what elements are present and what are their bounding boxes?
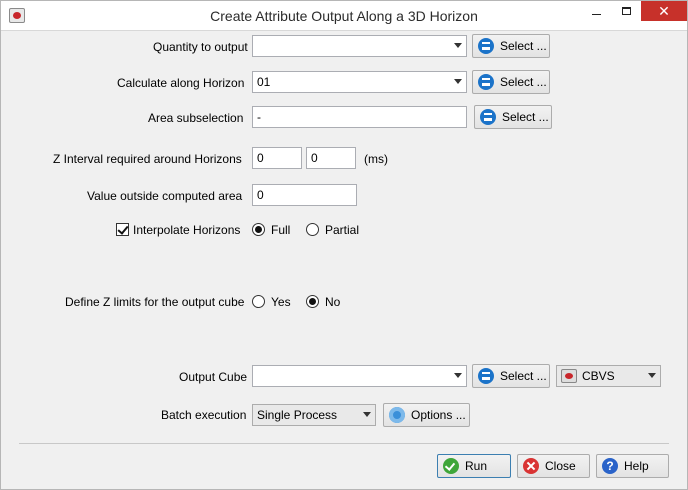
window-close-button[interactable]: ✕ (641, 1, 687, 21)
select-icon (478, 38, 494, 54)
close-button-label: Close (545, 459, 576, 473)
zlimits-no-label: No (325, 295, 341, 309)
minimize-icon (591, 13, 601, 15)
close-x-icon: ✕ (658, 2, 670, 19)
title-bar: Create Attribute Output Along a 3D Horiz… (1, 1, 687, 31)
area-select-button[interactable]: Select ... (474, 105, 552, 129)
zinterval-end-value: 0 (311, 151, 318, 165)
area-field[interactable]: - (252, 106, 467, 128)
interp-full-label: Full (271, 223, 291, 237)
options-button[interactable]: Options ... (383, 403, 470, 427)
quantity-select[interactable] (252, 35, 467, 57)
run-button[interactable]: Run (437, 454, 511, 478)
minimize-button[interactable] (581, 1, 611, 21)
output-cube-label: Output Cube (179, 370, 248, 384)
batch-select[interactable]: Single Process (252, 404, 376, 426)
cbvs-icon (561, 369, 577, 383)
outside-value-label: Value outside computed area (87, 189, 243, 203)
zinterval-start-field[interactable]: 0 (252, 147, 302, 169)
zlimits-label: Define Z limits for the output cube (65, 295, 245, 309)
zinterval-unit: (ms) (364, 152, 388, 166)
outside-value-field[interactable]: 0 (252, 184, 357, 206)
chevron-down-icon (454, 373, 462, 378)
format-value: CBVS (582, 369, 615, 383)
chevron-down-icon (454, 43, 462, 48)
outside-value: 0 (257, 188, 264, 202)
maximize-icon (621, 7, 631, 15)
help-icon: ? (602, 458, 618, 474)
select-button-label: Select ... (500, 369, 547, 383)
close-icon (523, 458, 539, 474)
format-select[interactable]: CBVS (556, 365, 661, 387)
output-cube-select[interactable] (252, 365, 467, 387)
quantity-label: Quantity to output (153, 40, 248, 54)
interpolate-checkbox[interactable] (116, 223, 129, 236)
zlimits-no-radio[interactable] (306, 295, 319, 308)
zinterval-label: Z Interval required around Horizons (53, 152, 242, 166)
chevron-down-icon (363, 412, 371, 417)
select-icon (480, 109, 496, 125)
options-button-label: Options ... (411, 408, 466, 422)
horizon-select[interactable]: 01 (252, 71, 467, 93)
zlimits-yes-radio[interactable] (252, 295, 265, 308)
quantity-select-button[interactable]: Select ... (472, 34, 550, 58)
gear-icon (389, 407, 405, 423)
close-button[interactable]: Close (517, 454, 590, 478)
help-button-label: Help (624, 459, 649, 473)
select-button-label: Select ... (500, 75, 547, 89)
output-select-button[interactable]: Select ... (472, 364, 550, 388)
run-icon (443, 458, 459, 474)
area-label: Area subselection (148, 111, 244, 125)
help-button[interactable]: ? Help (596, 454, 669, 478)
interp-partial-radio[interactable] (306, 223, 319, 236)
interp-full-radio[interactable] (252, 223, 265, 236)
dialog-window: Create Attribute Output Along a 3D Horiz… (0, 0, 688, 490)
select-icon (478, 368, 494, 384)
run-button-label: Run (465, 459, 488, 473)
interp-partial-label: Partial (325, 223, 360, 237)
horizon-value: 01 (257, 75, 271, 89)
horizon-select-button[interactable]: Select ... (472, 70, 550, 94)
chevron-down-icon (454, 79, 462, 84)
footer-separator (19, 443, 669, 444)
chevron-down-icon (648, 373, 656, 378)
select-button-label: Select ... (502, 110, 549, 124)
horizon-label: Calculate along Horizon (117, 76, 245, 90)
maximize-button[interactable] (611, 1, 641, 21)
area-value: - (257, 110, 261, 124)
interpolate-label: Interpolate Horizons (133, 223, 241, 237)
select-icon (478, 74, 494, 90)
select-button-label: Select ... (500, 39, 547, 53)
batch-value: Single Process (257, 408, 338, 422)
zinterval-start-value: 0 (257, 151, 264, 165)
zinterval-end-field[interactable]: 0 (306, 147, 356, 169)
zlimits-yes-label: Yes (271, 295, 291, 309)
batch-label: Batch execution (161, 408, 247, 422)
